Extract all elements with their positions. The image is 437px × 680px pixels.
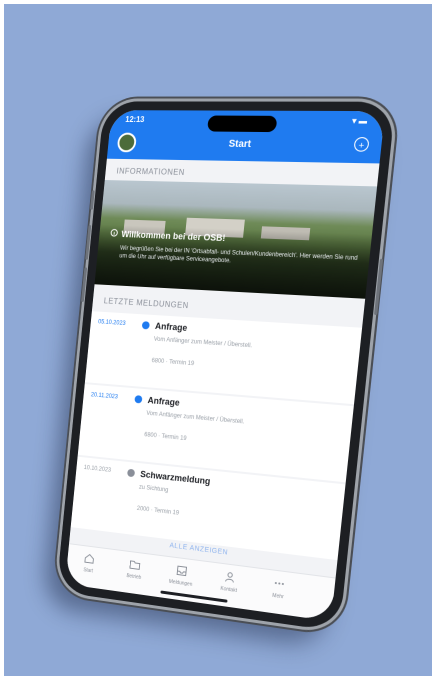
info-icon: [110, 229, 118, 237]
power-button: [374, 259, 383, 315]
item-subtitle: Vom Anfänger zum Meister / Überstell.: [146, 411, 244, 426]
dynamic-island: [207, 116, 277, 133]
page-title: Start: [108, 137, 382, 152]
status-dot: [142, 321, 150, 329]
tab-start[interactable]: Start: [70, 550, 108, 576]
status-dot: [134, 395, 142, 403]
info-section-header: INFORMATIONEN: [116, 167, 185, 177]
tab-label: Betrieb: [115, 572, 153, 583]
status-time: 12:13: [125, 115, 145, 124]
item-subtitle: Vom Anfänger zum Meister / Überstell.: [153, 337, 252, 350]
tab-betrieb[interactable]: Betrieb: [115, 556, 154, 582]
tab-label: Meldungen: [161, 578, 200, 589]
item-title: Schwarzmeldung: [140, 469, 211, 486]
tab-meldungen[interactable]: Meldungen: [161, 562, 201, 589]
folder-icon: [129, 558, 141, 571]
messages-section-header: LETZTE MELDUNGEN: [103, 296, 189, 310]
tab-label: Kontakt: [209, 584, 249, 595]
status-dot: [127, 469, 135, 478]
inbox-icon: [176, 564, 189, 577]
item-meta: 2000 · Termin 19: [137, 506, 180, 517]
volume-down-button: [81, 267, 87, 302]
item-title: Anfrage: [147, 395, 180, 408]
tab-kontakt[interactable]: Kontakt: [209, 568, 250, 595]
mute-switch: [90, 190, 95, 209]
tab-mehr[interactable]: Mehr: [258, 575, 300, 602]
messages-list: 05.10.2023 Anfrage Vom Anfänger zum Meis…: [92, 311, 362, 328]
item-meta: 6800 · Termin 19: [144, 432, 187, 442]
phone-screen: 12:13 ▾ ▬ Start + INFORMATIONEN Willkomm…: [65, 110, 385, 621]
tab-label: Start: [70, 565, 107, 576]
item-date: 10.10.2023: [83, 465, 111, 474]
item-date: 20.11.2023: [91, 392, 118, 400]
item-subtitle: zu Sichtung: [139, 485, 169, 494]
item-meta: 6800 · Termin 19: [151, 358, 194, 367]
status-icons: ▾ ▬: [352, 116, 368, 125]
phone-body: 12:13 ▾ ▬ Start + INFORMATIONEN Willkomm…: [56, 101, 395, 631]
person-icon: [223, 570, 236, 583]
volume-up-button: [85, 225, 91, 260]
background-frame: 12:13 ▾ ▬ Start + INFORMATIONEN Willkomm…: [4, 4, 432, 676]
item-date: 05.10.2023: [98, 319, 126, 327]
app-header: 12:13 ▾ ▬ Start +: [107, 110, 385, 163]
tab-label: Mehr: [258, 591, 299, 602]
home-indicator: [160, 590, 227, 602]
item-title: Anfrage: [155, 321, 188, 333]
more-icon: [273, 577, 286, 591]
home-icon: [83, 552, 95, 565]
welcome-card[interactable]: Willkommen bei der OSB! Wir begrüßen Sie…: [95, 180, 378, 299]
phone-mockup: 12:13 ▾ ▬ Start + INFORMATIONEN Willkomm…: [56, 101, 395, 631]
